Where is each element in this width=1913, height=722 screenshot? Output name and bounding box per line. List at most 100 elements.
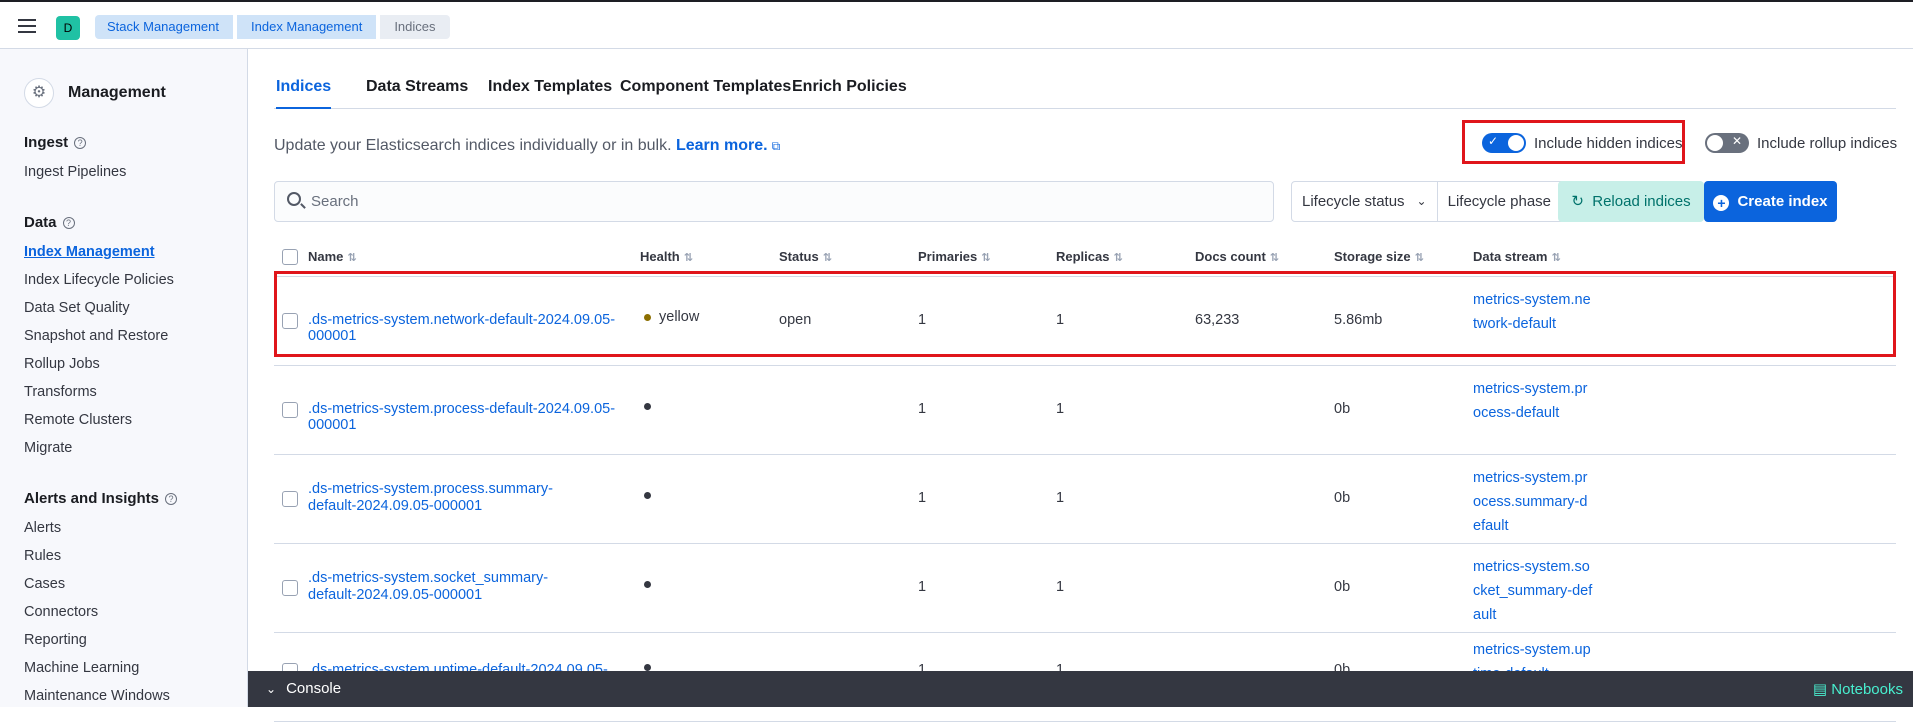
sort-icon: ⇅ xyxy=(683,252,693,264)
column-status[interactable]: Status ⇅ xyxy=(779,249,832,264)
sidebar-section-title: Ingest xyxy=(24,134,69,151)
replicas-cell: 1 xyxy=(1056,579,1065,595)
data-stream-link[interactable]: metrics-system.socket_summary-default xyxy=(1473,555,1593,627)
primaries-cell: 1 xyxy=(918,579,927,595)
external-link-icon: ⧉ xyxy=(771,139,781,153)
data-stream-link[interactable]: metrics-system.process-default xyxy=(1473,377,1593,425)
sort-icon: ⇅ xyxy=(1113,252,1123,264)
sidebar-section-data: Data? xyxy=(24,214,75,231)
sidebar-item-rollup-jobs[interactable]: Rollup Jobs xyxy=(24,356,100,372)
column-health[interactable]: Health ⇅ xyxy=(640,249,693,264)
tab-bar: Indices Data Streams Index Templates Com… xyxy=(274,49,1896,109)
tab-enrich-policies[interactable]: Enrich Policies xyxy=(792,78,907,96)
storage-size-cell: 0b xyxy=(1334,579,1351,595)
reload-indices-button[interactable]: ↻ Reload indices xyxy=(1558,181,1704,222)
search-input[interactable] xyxy=(311,182,1261,221)
sidebar-item-machine-learning[interactable]: Machine Learning xyxy=(24,660,139,676)
include-rollup-toggle[interactable]: ✕ Include rollup indices xyxy=(1705,133,1897,153)
row-checkbox[interactable] xyxy=(282,580,298,596)
column-storage-size[interactable]: Storage size ⇅ xyxy=(1334,249,1424,264)
replicas-cell: 1 xyxy=(1056,490,1065,506)
breadcrumb-stack-management[interactable]: Stack Management xyxy=(95,15,234,39)
column-label: Primaries xyxy=(918,249,978,264)
sidebar-item-cases[interactable]: Cases xyxy=(24,576,65,592)
sidebar-item-migrate[interactable]: Migrate xyxy=(24,440,72,456)
health-dot-icon xyxy=(644,580,651,588)
sidebar-item-index-management[interactable]: Index Management xyxy=(24,244,155,260)
index-name-link[interactable]: .ds-metrics-system.process-default-2024.… xyxy=(308,401,628,433)
column-label: Storage size xyxy=(1334,249,1411,264)
sidebar-item-maintenance-windows[interactable]: Maintenance Windows xyxy=(24,688,170,704)
refresh-icon: ↻ xyxy=(1571,193,1584,210)
space-avatar[interactable]: D xyxy=(56,16,80,40)
menu-icon[interactable] xyxy=(18,19,36,33)
column-label: Data stream xyxy=(1473,249,1548,264)
storage-size-cell: 0b xyxy=(1334,401,1351,417)
column-label: Status xyxy=(779,249,819,264)
search-box xyxy=(274,181,1274,222)
sidebar-section-title: Alerts and Insights xyxy=(24,490,160,507)
sort-icon: ⇅ xyxy=(347,252,357,264)
help-icon[interactable]: ? xyxy=(165,493,178,506)
row-checkbox[interactable] xyxy=(282,402,298,418)
data-stream-link[interactable]: metrics-system.process.summary-default xyxy=(1473,466,1593,538)
row-checkbox[interactable] xyxy=(282,491,298,507)
sidebar-title: Management xyxy=(68,84,166,101)
column-name[interactable]: Name ⇅ xyxy=(308,249,357,264)
breadcrumb-indices: Indices xyxy=(380,15,450,39)
chevron-down-icon: ⌄ xyxy=(266,682,277,696)
sidebar-item-transforms[interactable]: Transforms xyxy=(24,384,97,400)
sidebar-item-alerts[interactable]: Alerts xyxy=(24,520,61,536)
button-label: Create index xyxy=(1737,193,1828,210)
sidebar-item-snapshot-restore[interactable]: Snapshot and Restore xyxy=(24,328,168,344)
tab-data-streams[interactable]: Data Streams xyxy=(366,78,468,96)
sidebar-item-remote-clusters[interactable]: Remote Clusters xyxy=(24,412,132,428)
column-data-stream[interactable]: Data stream ⇅ xyxy=(1473,249,1561,264)
tab-component-templates[interactable]: Component Templates xyxy=(620,78,791,96)
page-description: Update your Elasticsearch indices indivi… xyxy=(274,137,780,155)
notebook-icon: ▤ xyxy=(1812,681,1828,698)
create-index-button[interactable]: + Create index xyxy=(1704,181,1837,222)
breadcrumb-index-management[interactable]: Index Management xyxy=(237,15,377,39)
column-replicas[interactable]: Replicas ⇅ xyxy=(1056,249,1123,264)
index-name-link[interactable]: .ds-metrics-system.process.summary-defau… xyxy=(308,481,578,515)
primaries-cell: 1 xyxy=(918,401,927,417)
sort-icon: ⇅ xyxy=(981,252,991,264)
switch-off[interactable]: ✕ xyxy=(1705,133,1749,153)
health-dot-icon xyxy=(644,491,651,499)
health-dot-icon xyxy=(644,402,651,410)
filter-label: Lifecycle phase xyxy=(1447,193,1552,210)
sidebar-item-data-set-quality[interactable]: Data Set Quality xyxy=(24,300,130,316)
health-cell xyxy=(644,487,651,503)
notebooks-button[interactable]: ▤ Notebooks xyxy=(1813,680,1903,698)
top-bar: D Stack Management Index Management Indi… xyxy=(0,0,1913,49)
column-label: Health xyxy=(640,249,680,264)
tab-index-templates[interactable]: Index Templates xyxy=(488,78,612,96)
index-name-link[interactable]: .ds-metrics-system.socket_summary-defaul… xyxy=(308,570,578,604)
main-content: Indices Data Streams Index Templates Com… xyxy=(248,49,1913,722)
sidebar-item-rules[interactable]: Rules xyxy=(24,548,61,564)
sidebar-item-ingest-pipelines[interactable]: Ingest Pipelines xyxy=(24,164,126,180)
sidebar-item-index-lifecycle-policies[interactable]: Index Lifecycle Policies xyxy=(24,272,174,288)
plus-icon: + xyxy=(1713,195,1730,211)
search-icon xyxy=(287,192,301,206)
sidebar: ⚙ Management Ingest? Ingest Pipelines Da… xyxy=(0,49,248,707)
column-docs-count[interactable]: Docs count ⇅ xyxy=(1195,249,1279,264)
notebooks-label: Notebooks xyxy=(1831,681,1903,698)
lifecycle-status-filter[interactable]: Lifecycle status ⌄ xyxy=(1292,182,1437,221)
sort-icon: ⇅ xyxy=(1551,252,1561,264)
primaries-cell: 1 xyxy=(918,490,927,506)
sidebar-item-reporting[interactable]: Reporting xyxy=(24,632,87,648)
gear-icon: ⚙ xyxy=(24,78,54,108)
annotation-highlight-box xyxy=(1462,120,1685,164)
learn-more-link[interactable]: Learn more. xyxy=(676,137,768,154)
help-icon[interactable]: ? xyxy=(74,137,87,150)
console-toggle[interactable]: ⌄ Console xyxy=(266,680,341,697)
help-icon[interactable]: ? xyxy=(62,217,75,230)
sidebar-item-connectors[interactable]: Connectors xyxy=(24,604,98,620)
column-primaries[interactable]: Primaries ⇅ xyxy=(918,249,990,264)
sidebar-section-alerts: Alerts and Insights? xyxy=(24,490,178,507)
column-label: Name xyxy=(308,249,344,264)
select-all-checkbox[interactable] xyxy=(282,249,298,265)
tab-indices[interactable]: Indices xyxy=(276,78,332,109)
